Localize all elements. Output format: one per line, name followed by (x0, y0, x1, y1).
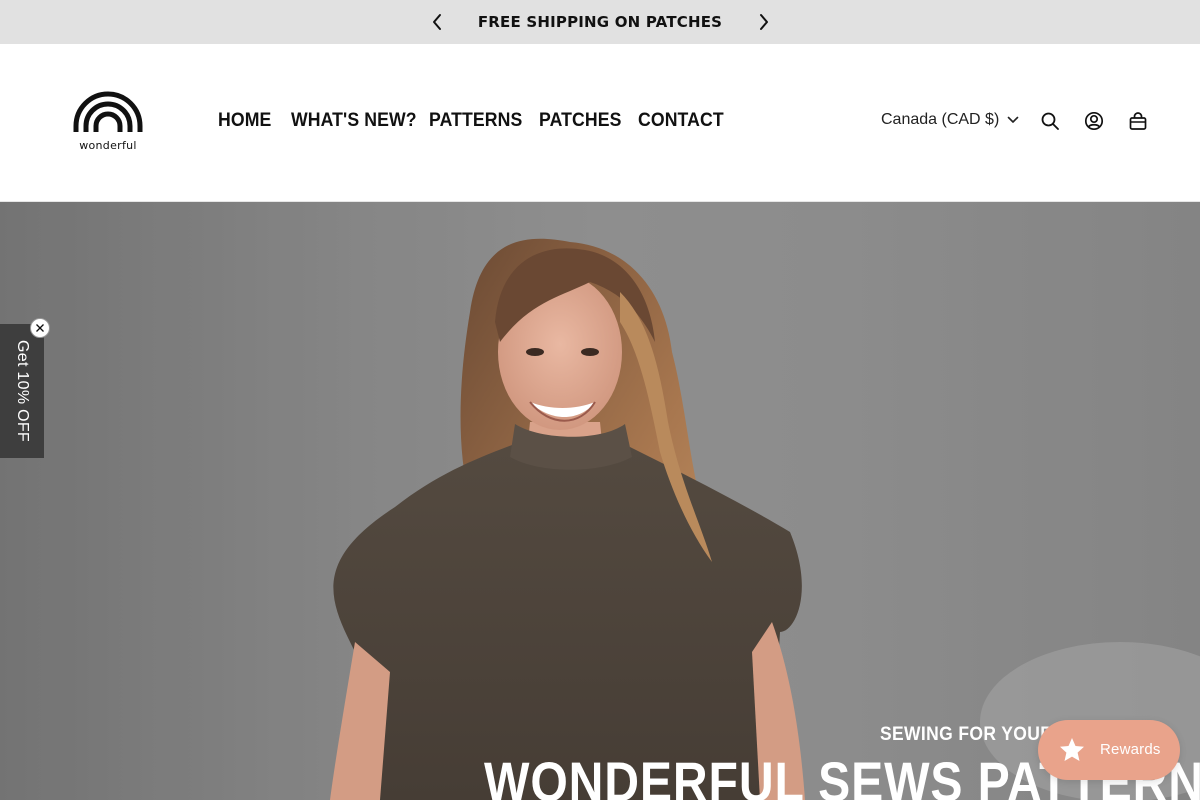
hero-photo (0, 202, 1200, 800)
nav-item-contact[interactable]: CONTACT (638, 110, 724, 132)
announcement-bar: FREE SHIPPING ON PATCHES (0, 0, 1200, 44)
announcement-prev-button[interactable] (427, 12, 447, 32)
account-button[interactable] (1083, 110, 1105, 132)
main-nav: HOME WHAT'S NEW? PATTERNS PATCHES CONTAC… (218, 110, 742, 132)
chevron-down-icon (1007, 116, 1019, 123)
logo[interactable]: wonderful (70, 86, 146, 158)
site-header: wonderful HOME WHAT'S NEW? PATTERNS PATC… (0, 44, 1200, 202)
account-icon (1084, 111, 1104, 131)
announcement-next-button[interactable] (754, 12, 774, 32)
logo-wordmark: wonderful (79, 139, 137, 152)
search-button[interactable] (1039, 110, 1061, 132)
rainbow-logo-icon (73, 91, 143, 132)
nav-item-patches[interactable]: PATCHES (539, 110, 621, 132)
close-icon (36, 324, 44, 332)
nav-item-patterns[interactable]: PATTERNS (429, 110, 522, 132)
discount-tab[interactable]: Get 10% OFF (0, 324, 44, 458)
currency-selector[interactable]: Canada (CAD $) (881, 111, 1019, 129)
hero-banner[interactable]: SEWING FOR YOUR B WONDERFUL SEWS PATTERN… (0, 202, 1200, 800)
nav-item-home[interactable]: HOME (218, 110, 271, 132)
rewards-button[interactable]: Rewards (1038, 720, 1180, 780)
chevron-left-icon (433, 14, 441, 30)
announcement-text: FREE SHIPPING ON PATCHES (477, 13, 723, 31)
cart-icon (1129, 112, 1147, 130)
star-icon (1060, 738, 1084, 761)
cart-button[interactable] (1127, 110, 1149, 132)
discount-label: Get 10% OFF (14, 340, 31, 442)
discount-close-button[interactable] (30, 318, 50, 338)
nav-item-whats-new[interactable]: WHAT'S NEW? (291, 110, 417, 132)
rewards-label: Rewards (1100, 741, 1161, 758)
currency-label: Canada (CAD $) (881, 111, 1000, 128)
chevron-right-icon (760, 14, 768, 30)
search-icon (1041, 112, 1059, 130)
